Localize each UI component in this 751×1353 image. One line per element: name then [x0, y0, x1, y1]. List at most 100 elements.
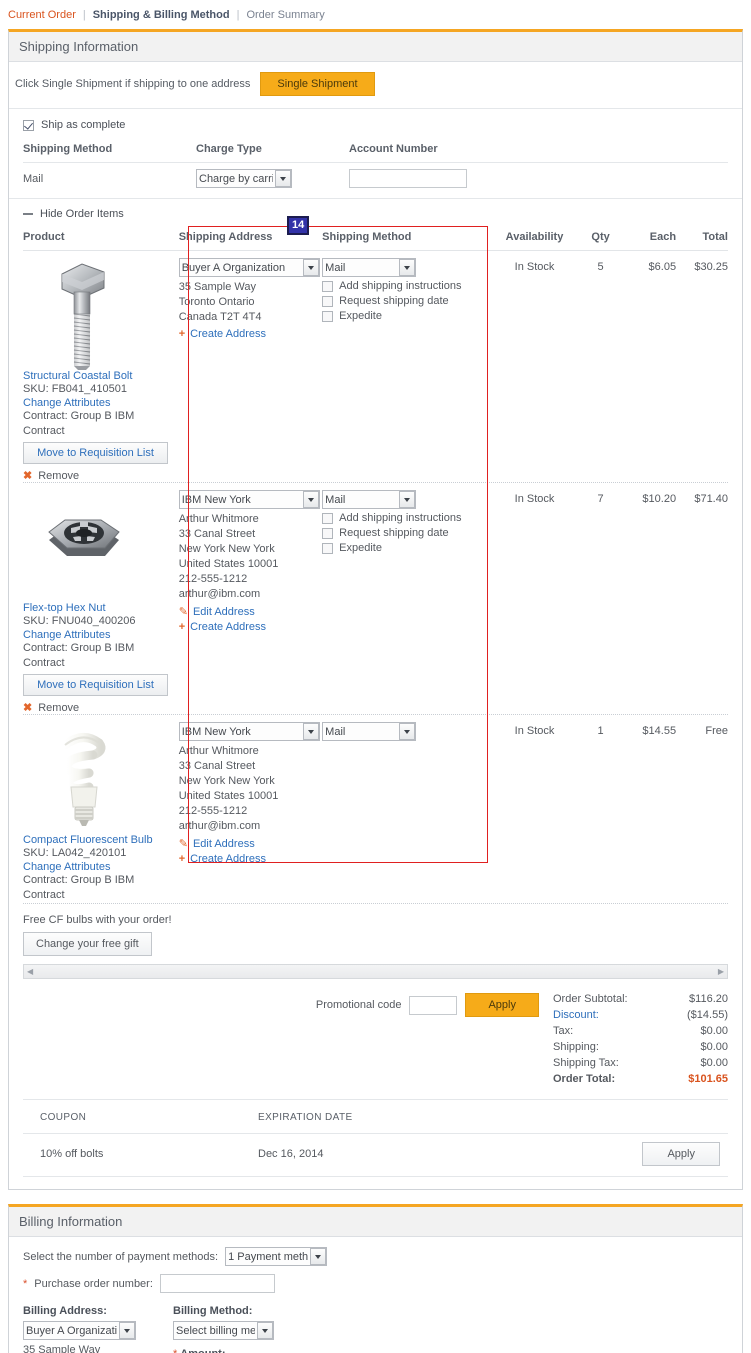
remove-item-row[interactable]: ✖ Remove	[23, 701, 179, 715]
change-attributes-link[interactable]: Change Attributes	[23, 397, 179, 409]
add-shipping-instructions-checkbox[interactable]	[322, 512, 334, 524]
bolt-image	[23, 258, 143, 370]
total-label[interactable]: Discount:	[553, 1007, 599, 1023]
horizontal-scrollbar[interactable]: ◀ ▶	[23, 964, 728, 979]
shipping-method-table-header: Shipping Method Charge Type Account Numb…	[23, 137, 728, 163]
breadcrumb-item-current-order[interactable]: Current Order	[8, 9, 83, 21]
product-cell: Structural Coastal Bolt SKU: FB041_41050…	[23, 258, 179, 482]
ship-as-complete-label: Ship as complete	[41, 119, 126, 131]
ship-as-complete-checkbox[interactable]	[23, 119, 34, 131]
shipping-method-select[interactable]: Mail	[322, 722, 417, 741]
remove-item-row[interactable]: ✖ Remove	[23, 469, 179, 483]
move-to-requisition-list-button[interactable]: Move to Requisition List	[23, 674, 168, 696]
hide-order-items-toggle[interactable]: Hide Order Items	[9, 198, 742, 226]
add-shipping-instructions-row[interactable]: Add shipping instructions	[322, 280, 492, 292]
add-shipping-instructions-row[interactable]: Add shipping instructions	[322, 512, 492, 524]
product-name-link[interactable]: Flex-top Hex Nut	[23, 602, 179, 614]
expedite-row[interactable]: Expedite	[322, 310, 492, 322]
expedite-checkbox[interactable]	[322, 310, 334, 322]
apply-coupon-button[interactable]: Apply	[642, 1142, 720, 1166]
address-line: United States 10001	[178, 558, 279, 570]
move-to-requisition-list-button[interactable]: Move to Requisition List	[23, 442, 168, 464]
total-label: Order Total:	[553, 1073, 616, 1085]
ship-as-complete-row[interactable]: Ship as complete	[9, 109, 742, 137]
bulb-image	[23, 722, 143, 834]
address-block: Arthur Whitmore 33 Canal Street New York N…	[179, 744, 322, 834]
payment-methods-row: Select the number of payment methods: 1 …	[9, 1237, 742, 1272]
request-shipping-date-checkbox[interactable]	[322, 527, 334, 539]
account-number-input[interactable]	[349, 169, 467, 188]
change-free-gift-button[interactable]: Change your free gift	[23, 932, 152, 956]
edit-address-label: Edit Address	[192, 605, 255, 618]
change-attributes-link[interactable]: Change Attributes	[23, 629, 179, 641]
shipping-method-select-wrap[interactable]: Mail	[322, 722, 417, 741]
shipping-address-select[interactable]: Buyer A Organization	[178, 258, 320, 277]
change-attributes-link[interactable]: Change Attributes	[23, 861, 179, 873]
billing-address-column: Billing Address: Buyer A Organization 35…	[23, 1305, 151, 1353]
address-line: 212-555-1212	[178, 805, 248, 817]
billing-address-select-wrap[interactable]: Buyer A Organization	[23, 1321, 136, 1340]
scroll-right-arrow-icon[interactable]: ▶	[718, 967, 724, 976]
order-items-header: Product Shipping Address Shipping Method…	[23, 226, 728, 251]
edit-address-label: Edit Address	[192, 837, 255, 850]
shipping-method-cell: Mail	[322, 722, 492, 903]
col-header-qty: Qty	[591, 231, 610, 243]
shipping-address-select[interactable]: IBM New York	[178, 490, 320, 509]
billing-address-select[interactable]: Buyer A Organization	[23, 1321, 136, 1340]
expedite-row[interactable]: Expedite	[322, 542, 492, 554]
col-header-shipping-method: Shipping Method	[322, 231, 412, 243]
charge-type-select[interactable]: Charge by carrier	[196, 169, 292, 188]
request-shipping-date-label: Request shipping date	[339, 527, 449, 539]
payment-methods-select-wrap[interactable]: 1 Payment method(s)	[225, 1247, 328, 1266]
request-shipping-date-checkbox[interactable]	[322, 295, 334, 307]
shipping-method-cell: Mail Add shipping instructions Request s…	[322, 490, 492, 714]
expedite-checkbox[interactable]	[322, 542, 334, 554]
required-marker: *	[173, 1348, 177, 1353]
address-line: arthur@ibm.com	[178, 588, 261, 600]
breadcrumb-separator: |	[82, 8, 86, 21]
billing-method-select-wrap[interactable]: Select billing method	[173, 1321, 274, 1340]
billing-method-label: Billing Method:	[173, 1305, 253, 1317]
billing-method-select[interactable]: Select billing method	[173, 1321, 274, 1340]
edit-address-link[interactable]: ✎ Edit Address	[179, 837, 322, 851]
product-name-link[interactable]: Structural Coastal Bolt	[23, 370, 179, 382]
billing-columns: Billing Address: Buyer A Organization 35…	[9, 1301, 742, 1353]
total-label: Shipping:	[553, 1041, 599, 1053]
create-address-link[interactable]: + Create Address	[179, 853, 322, 865]
apply-promo-button[interactable]: Apply	[465, 993, 539, 1017]
edit-address-link[interactable]: ✎ Edit Address	[178, 605, 322, 619]
shipping-method-select-wrap[interactable]: Mail	[322, 258, 417, 277]
create-address-link[interactable]: + Create Address	[179, 621, 322, 633]
create-address-link[interactable]: + Create Address	[179, 328, 322, 340]
hide-order-items-label: Hide Order Items	[40, 208, 124, 220]
product-name-link[interactable]: Compact Fluorescent Bulb	[23, 834, 179, 846]
pencil-icon: ✎	[178, 606, 188, 618]
shipping-address-select-wrap[interactable]: IBM New York	[178, 722, 320, 741]
scroll-left-arrow-icon[interactable]: ◀	[27, 967, 33, 976]
payment-methods-select[interactable]: 1 Payment method(s)	[225, 1247, 328, 1266]
coupon-section: COUPON EXPIRATION DATE 10% off bolts Dec…	[23, 1099, 728, 1177]
single-shipment-button[interactable]: Single Shipment	[260, 72, 375, 96]
qty-value: 5	[597, 261, 604, 273]
request-shipping-date-row[interactable]: Request shipping date	[322, 527, 492, 539]
col-header-each: Each	[649, 231, 677, 243]
shipping-address-select-wrap[interactable]: Buyer A Organization	[178, 258, 320, 277]
product-cell: Compact Fluorescent Bulb SKU: LA042_4201…	[23, 722, 179, 903]
charge-type-select-wrap[interactable]: Charge by carrier	[196, 169, 292, 188]
product-contract: Contract: Group B IBM Contract	[23, 410, 135, 437]
purchase-order-input[interactable]	[159, 1274, 275, 1293]
promotional-code-block: Promotional code Apply	[316, 991, 539, 1017]
billing-information-title: Billing Information	[9, 1207, 742, 1237]
total-value: $0.00	[700, 1025, 728, 1037]
shipping-address-select[interactable]: IBM New York	[178, 722, 320, 741]
shipping-method-select[interactable]: Mail	[322, 258, 417, 277]
availability-value: In Stock	[514, 725, 555, 737]
shipping-address-select-wrap[interactable]: IBM New York	[178, 490, 320, 509]
shipping-method-select-wrap[interactable]: Mail	[322, 490, 417, 509]
request-shipping-date-row[interactable]: Request shipping date	[322, 295, 492, 307]
promotional-code-input[interactable]	[409, 995, 458, 1015]
purchase-order-label: Purchase order number:	[34, 1277, 153, 1290]
shipping-method-select[interactable]: Mail	[322, 490, 417, 509]
availability-value: In Stock	[514, 493, 555, 505]
add-shipping-instructions-checkbox[interactable]	[322, 280, 334, 292]
